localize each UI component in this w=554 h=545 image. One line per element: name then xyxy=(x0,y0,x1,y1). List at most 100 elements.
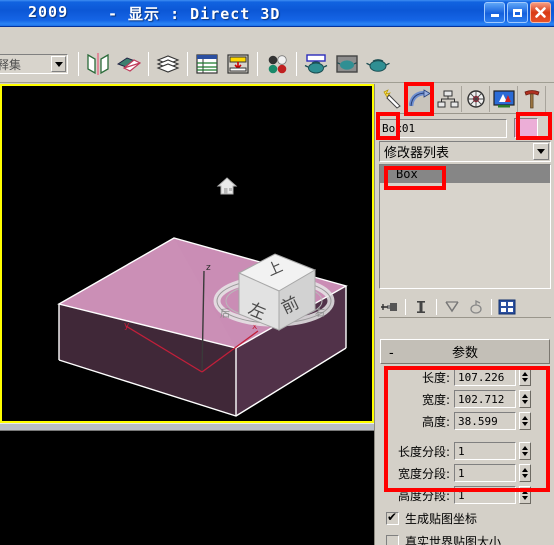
parameters-body: 长度: 107.226 宽度: 102.712 高度: 38.599 长度分段:… xyxy=(380,367,550,545)
mirror-icon xyxy=(87,53,109,75)
tab-create[interactable] xyxy=(378,86,406,112)
modifier-list-dropdown[interactable]: 修改器列表 xyxy=(379,141,551,162)
create-tab-icon xyxy=(383,89,401,109)
remove-modifier-icon xyxy=(470,299,482,314)
parameters-rollout-header[interactable]: - 参数 xyxy=(380,339,550,364)
param-field-length-segs[interactable]: 1 xyxy=(454,442,516,460)
checkbox-row-generate-mapping: 生成贴图坐标 xyxy=(386,508,550,528)
param-label-height: 高度: xyxy=(421,414,450,429)
window-subtitle: - 显示 : Direct 3D xyxy=(108,5,281,23)
chevron-down-icon[interactable] xyxy=(533,143,549,160)
named-selection-set-dropdown[interactable]: 释集 xyxy=(0,54,68,74)
align-icon xyxy=(116,57,142,72)
configure-sets-icon xyxy=(498,299,516,314)
remove-modifier-button[interactable] xyxy=(465,297,487,317)
window-controls xyxy=(484,2,551,23)
tab-modify[interactable] xyxy=(406,86,434,112)
stack-toolbar-separator xyxy=(491,298,492,315)
param-spinner-width[interactable] xyxy=(519,390,531,408)
object-color-swatch[interactable] xyxy=(514,118,538,138)
rendered-frame-icon xyxy=(336,55,358,73)
viewport-area: z y x 后 右 上 左 前 xyxy=(0,84,374,545)
main-toolbar: 释集 xyxy=(0,27,554,83)
utilities-tab-icon xyxy=(524,90,539,109)
make-unique-icon xyxy=(445,300,459,312)
param-label-width: 宽度: xyxy=(421,392,450,407)
param-field-width-segs[interactable]: 1 xyxy=(454,464,516,482)
stack-toolbar-separator xyxy=(436,298,437,315)
object-name-row: Box01 xyxy=(379,117,551,139)
svg-text:右: 右 xyxy=(315,306,325,319)
param-field-width[interactable]: 102.712 xyxy=(454,390,516,408)
real-world-map-size-checkbox[interactable] xyxy=(386,534,399,545)
tab-hierarchy[interactable] xyxy=(434,86,462,112)
layer-manager-button[interactable] xyxy=(153,49,183,79)
modifier-list-label: 修改器列表 xyxy=(384,146,450,161)
param-field-length[interactable]: 107.226 xyxy=(454,368,516,386)
restore-icon xyxy=(513,8,522,17)
modify-tab-icon xyxy=(408,89,431,107)
viewport-secondary[interactable]: 上 左 前 xyxy=(0,431,374,545)
configure-sets-button[interactable] xyxy=(496,297,518,317)
curve-editor-icon xyxy=(196,54,218,74)
param-row-length-segs: 长度分段: 1 xyxy=(380,441,550,461)
object-name-field[interactable]: Box01 xyxy=(379,118,507,138)
align-button[interactable] xyxy=(114,49,144,79)
modifier-stack[interactable]: Box xyxy=(379,164,551,289)
modifier-stack-toolbar xyxy=(379,296,551,318)
named-selection-set-value: 释集 xyxy=(0,57,22,72)
svg-text:后: 后 xyxy=(220,308,230,320)
maximize-button[interactable] xyxy=(507,2,528,23)
rollout-collapse-icon[interactable]: - xyxy=(389,347,394,360)
rollout-title: 参数 xyxy=(451,346,478,361)
minimize-button[interactable] xyxy=(484,2,505,23)
param-spinner-length[interactable] xyxy=(519,368,531,386)
title-bar: 2009 - 显示 : Direct 3D xyxy=(0,0,554,27)
param-field-height-segs[interactable]: 1 xyxy=(454,486,516,504)
tab-motion[interactable] xyxy=(462,86,490,112)
svg-text:y: y xyxy=(124,321,130,331)
make-unique-button[interactable] xyxy=(441,297,463,317)
window-title: 2009 xyxy=(28,3,69,21)
param-spinner-width-segs[interactable] xyxy=(519,464,531,482)
3dsmax-window: 2009 - 显示 : Direct 3D 释集 z y x 后 右 上 左 前… xyxy=(0,0,554,545)
param-spinner-length-segs[interactable] xyxy=(519,442,531,460)
stack-toolbar-separator xyxy=(405,298,406,315)
modifier-stack-item-box[interactable]: Box xyxy=(380,165,550,183)
close-button[interactable] xyxy=(530,2,551,23)
material-editor-button[interactable] xyxy=(262,49,292,79)
render-setup-icon xyxy=(304,54,328,74)
toolbar-separator xyxy=(296,52,297,76)
render-setup-button[interactable] xyxy=(301,49,331,79)
param-row-height-segs: 高度分段: 1 xyxy=(380,485,550,505)
curve-editor-button[interactable] xyxy=(192,49,222,79)
param-spinner-height-segs[interactable] xyxy=(519,486,531,504)
toolbar-separator xyxy=(78,52,79,76)
param-row-height: 高度: 38.599 xyxy=(380,411,550,431)
render-production-icon xyxy=(366,59,390,72)
param-row-length: 长度: 107.226 xyxy=(380,367,550,387)
param-field-height[interactable]: 38.599 xyxy=(454,412,516,430)
display-tab-icon xyxy=(492,90,515,108)
param-row-width-segs: 宽度分段: 1 xyxy=(380,463,550,483)
viewport-divider[interactable] xyxy=(0,423,374,431)
chevron-down-icon[interactable] xyxy=(51,56,66,72)
show-end-result-button[interactable] xyxy=(410,297,432,317)
tab-display[interactable] xyxy=(490,86,518,112)
tab-utilities[interactable] xyxy=(518,86,546,112)
viewport-perspective[interactable]: z y x 后 右 上 左 前 xyxy=(0,84,374,423)
generate-mapping-coords-checkbox[interactable] xyxy=(386,510,399,525)
toolbar-separator xyxy=(187,52,188,76)
hierarchy-tab-icon xyxy=(437,90,458,108)
param-spinner-height[interactable] xyxy=(519,412,531,430)
command-panel-tabs xyxy=(378,85,552,114)
render-production-button[interactable] xyxy=(363,49,393,79)
param-row-width: 宽度: 102.712 xyxy=(380,389,550,409)
rendered-frame-button[interactable] xyxy=(332,49,362,79)
schematic-view-button[interactable] xyxy=(223,49,253,79)
minimize-icon xyxy=(490,14,499,17)
param-label-length-segs: 长度分段: xyxy=(397,444,450,459)
mirror-button[interactable] xyxy=(83,49,113,79)
svg-text:z: z xyxy=(206,263,211,273)
pin-stack-button[interactable] xyxy=(379,297,401,317)
